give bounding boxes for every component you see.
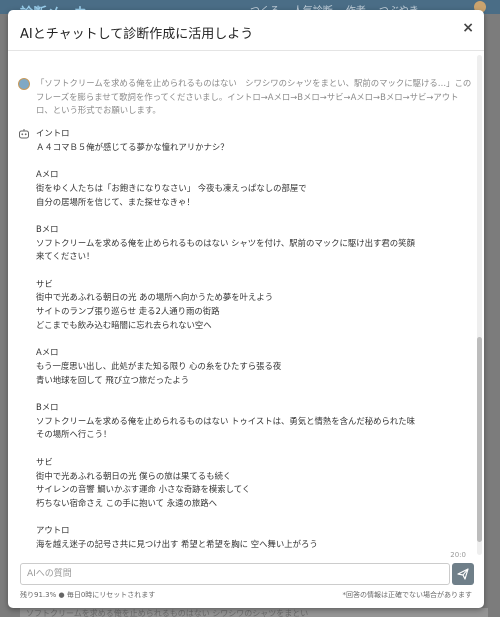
message-timestamp: 20:0 (450, 551, 466, 559)
chat-log[interactable]: 「ソフトクリームを求める俺を止められるものはない シワシワのシャツをまとい、駅前… (8, 51, 484, 559)
modal-header: AIとチャットして診断作成に活用しよう × (8, 10, 484, 51)
user-message: 「ソフトクリームを求める俺を止められるものはない シワシワのシャツをまとい、駅前… (18, 77, 473, 118)
assistant-message-text: イントロ Ａ４コマＢ５俺が感じてる夢かな憧れアリかナシ？ Aメロ 街をゆく人たち… (36, 128, 416, 550)
user-message-text: 「ソフトクリームを求める俺を止められるものはない シワシワのシャツをまとい、駅前… (36, 78, 472, 116)
ai-chat-modal: AIとチャットして診断作成に活用しよう × 「ソフトクリームを求める俺を止められ… (8, 10, 484, 608)
chat-scrollbar[interactable] (477, 55, 482, 555)
remaining-quota: 残り91.3% (20, 591, 57, 599)
usage-status: 残り91.3% ● 毎日0時にリセットされます (20, 590, 155, 600)
question-input[interactable] (20, 563, 450, 585)
scrollbar-thumb[interactable] (477, 337, 482, 542)
background-footer: ソフトクリームを求める俺を止められるものはない シワシワのシャツをまとい (20, 608, 488, 617)
send-button[interactable] (452, 563, 474, 585)
reset-note: ● 毎日0時にリセットされます (58, 591, 156, 599)
modal-title: AIとチャットして診断作成に活用しよう (20, 27, 254, 42)
user-avatar-icon (18, 78, 30, 90)
assistant-message: イントロ Ａ４コマＢ５俺が感じてる夢かな憧れアリかナシ？ Aメロ 街をゆく人たち… (18, 127, 473, 552)
robot-icon (18, 128, 30, 140)
disclaimer: *回答の情報は正確でない場合があります (342, 591, 473, 599)
question-input-area (20, 563, 474, 585)
paper-plane-icon (457, 568, 469, 580)
close-icon[interactable]: × (462, 21, 474, 35)
